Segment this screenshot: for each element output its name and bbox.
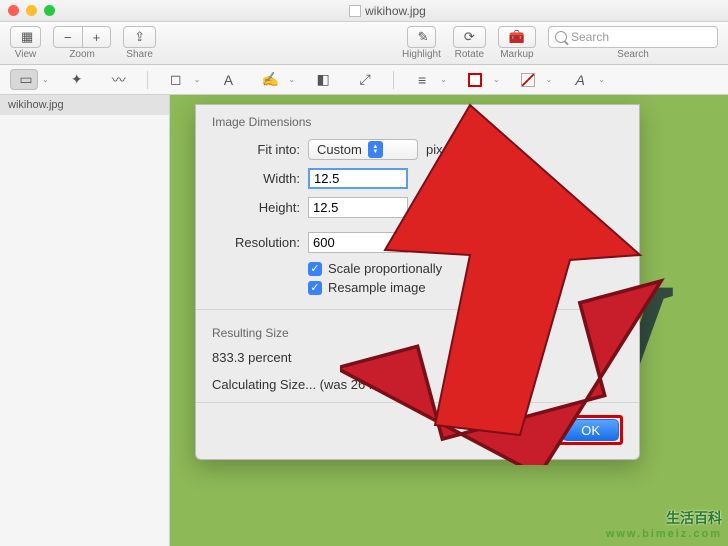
highlight-button[interactable]: ✎⌄ (407, 26, 437, 48)
line-weight-tool[interactable]: ≡ (408, 69, 436, 91)
adjust-color-tool[interactable]: ◧ (309, 69, 337, 91)
share-label: Share (126, 49, 153, 60)
ok-button[interactable]: OK (562, 419, 619, 441)
markup-group: 🧰 Markup (498, 26, 536, 60)
highlight-label: Highlight (402, 49, 441, 60)
selection-tool[interactable]: ▭ (10, 69, 38, 90)
adjust-size-tool[interactable]: ⤢ (351, 69, 379, 91)
select-arrows-icon: ▲▼ (368, 141, 383, 158)
rotate-button[interactable]: ⟳ (453, 26, 486, 48)
font-style-tool[interactable]: A (566, 69, 594, 91)
share-button[interactable]: ⇪ (123, 26, 156, 48)
thumbnails-sidebar: wikihow.jpg (0, 95, 170, 546)
fit-into-select[interactable]: Custom ▲▼ (308, 139, 418, 160)
zoom-in-button[interactable]: + (83, 26, 112, 48)
fill-color-tool[interactable] (514, 69, 542, 91)
dialog-divider (196, 309, 639, 310)
zoom-in-icon: + (93, 30, 101, 45)
resolution-unit-value: pixels/in (457, 235, 504, 250)
chevron-down-icon: ⌄ (194, 75, 201, 84)
filename-text: wikihow.jpg (365, 4, 426, 18)
cancel-button[interactable]: Cancel (470, 415, 548, 437)
result-size-text: Calculating Size... (was 26 KB) (212, 377, 623, 392)
select-arrows-icon: ▲▼ (493, 189, 508, 206)
chevron-down-icon: ⌄ (23, 33, 30, 42)
ok-highlight-annotation: OK (558, 415, 623, 445)
resize-dialog: Image Dimensions Fit into: Custom ▲▼ pix… (195, 104, 640, 460)
watermark-text: 生活百科 (606, 508, 722, 528)
chevron-down-icon: ⌄ (288, 75, 295, 84)
chevron-down-icon: ⌄ (440, 75, 447, 84)
scale-proportionally-checkbox[interactable]: ✓ (308, 262, 322, 276)
rotate-icon: ⟳ (464, 29, 475, 45)
view-button[interactable]: ▦ ⌄ (10, 26, 41, 48)
rotate-group: ⟳ Rotate (453, 26, 486, 60)
width-label: Width: (212, 171, 300, 186)
sign-tool[interactable]: ✍ (256, 69, 284, 91)
share-group: ⇪ Share (123, 26, 156, 60)
file-icon (349, 5, 361, 17)
fit-into-unit: pixels (426, 142, 459, 157)
shapes-tool[interactable]: ◻ (162, 69, 190, 91)
resulting-size-heading: Resulting Size (212, 326, 623, 340)
resample-image-checkbox[interactable]: ✓ (308, 281, 322, 295)
search-placeholder: Search (571, 30, 609, 44)
search-label: Search (617, 49, 649, 60)
sketch-tool[interactable]: 〰 (105, 69, 133, 91)
wh-unit-select[interactable]: inches ▲▼ (440, 187, 530, 208)
window-title: wikihow.jpg (349, 4, 426, 18)
search-icon (555, 31, 567, 43)
border-swatch-icon (468, 73, 482, 87)
markup-toolbar: ▭ ⌄ ✦ 〰 ◻ ⌄ A ✍ ⌄ ◧ ⤢ ≡ ⌄ ⌄ ⌄ A ⌄ (0, 65, 728, 95)
resolution-unit-select[interactable]: pixels/in (448, 232, 532, 253)
fit-into-value: Custom (317, 142, 362, 157)
zoom-group: − + Zoom (53, 26, 111, 60)
toolbar-divider (393, 71, 394, 89)
watermark-url: www.bimeiz.com (606, 528, 722, 540)
border-color-tool[interactable] (461, 69, 489, 91)
zoom-out-icon: − (64, 30, 72, 45)
markup-label: Markup (500, 49, 533, 60)
chevron-down-icon: ⌄ (546, 75, 553, 84)
height-input[interactable] (308, 197, 408, 218)
chevron-down-icon: ⌄ (42, 75, 49, 84)
chevron-down-icon: ⌄ (493, 75, 500, 84)
resolution-label: Resolution: (212, 235, 300, 250)
text-tool[interactable]: A (214, 69, 242, 91)
height-label: Height: (212, 200, 300, 215)
wh-unit-value: inches (449, 190, 487, 205)
instant-alpha-tool[interactable]: ✦ (63, 69, 91, 91)
zoom-label: Zoom (69, 49, 95, 60)
window-titlebar: wikihow.jpg (0, 0, 728, 22)
aspect-lock-button[interactable] (414, 180, 432, 214)
thumbnail-item[interactable]: wikihow.jpg (0, 95, 169, 115)
zoom-out-button[interactable]: − (53, 26, 83, 48)
chevron-down-icon: ⌄ (598, 75, 605, 84)
chevron-down-icon: ⌄ (419, 33, 426, 42)
watermark: 生活百科 www.bimeiz.com (606, 508, 722, 540)
markup-button[interactable]: 🧰 (498, 26, 536, 48)
traffic-light-minimize[interactable] (26, 5, 37, 16)
image-dimensions-heading: Image Dimensions (212, 115, 623, 129)
search-group: Search Search (548, 26, 718, 60)
resolution-input[interactable] (308, 232, 408, 253)
fit-into-label: Fit into: (212, 142, 300, 157)
width-input[interactable] (308, 168, 408, 189)
resample-image-label: Resample image (328, 280, 426, 295)
main-toolbar: ▦ ⌄ View − + Zoom ⇪ Share ✎⌄ Highlight ⟳… (0, 22, 728, 65)
highlight-group: ✎⌄ Highlight (402, 26, 441, 60)
markup-icon: 🧰 (509, 29, 525, 45)
result-percent-text: 833.3 percent (212, 350, 623, 365)
dialog-divider (196, 402, 639, 403)
traffic-light-close[interactable] (8, 5, 19, 16)
rotate-label: Rotate (455, 49, 484, 60)
scale-proportionally-label: Scale proportionally (328, 261, 442, 276)
view-label: View (15, 49, 37, 60)
search-input[interactable]: Search (548, 26, 718, 48)
fill-swatch-icon (521, 73, 535, 87)
view-group: ▦ ⌄ View (10, 26, 41, 60)
toolbar-divider (147, 71, 148, 89)
share-icon: ⇪ (134, 29, 145, 45)
traffic-light-zoom[interactable] (44, 5, 55, 16)
